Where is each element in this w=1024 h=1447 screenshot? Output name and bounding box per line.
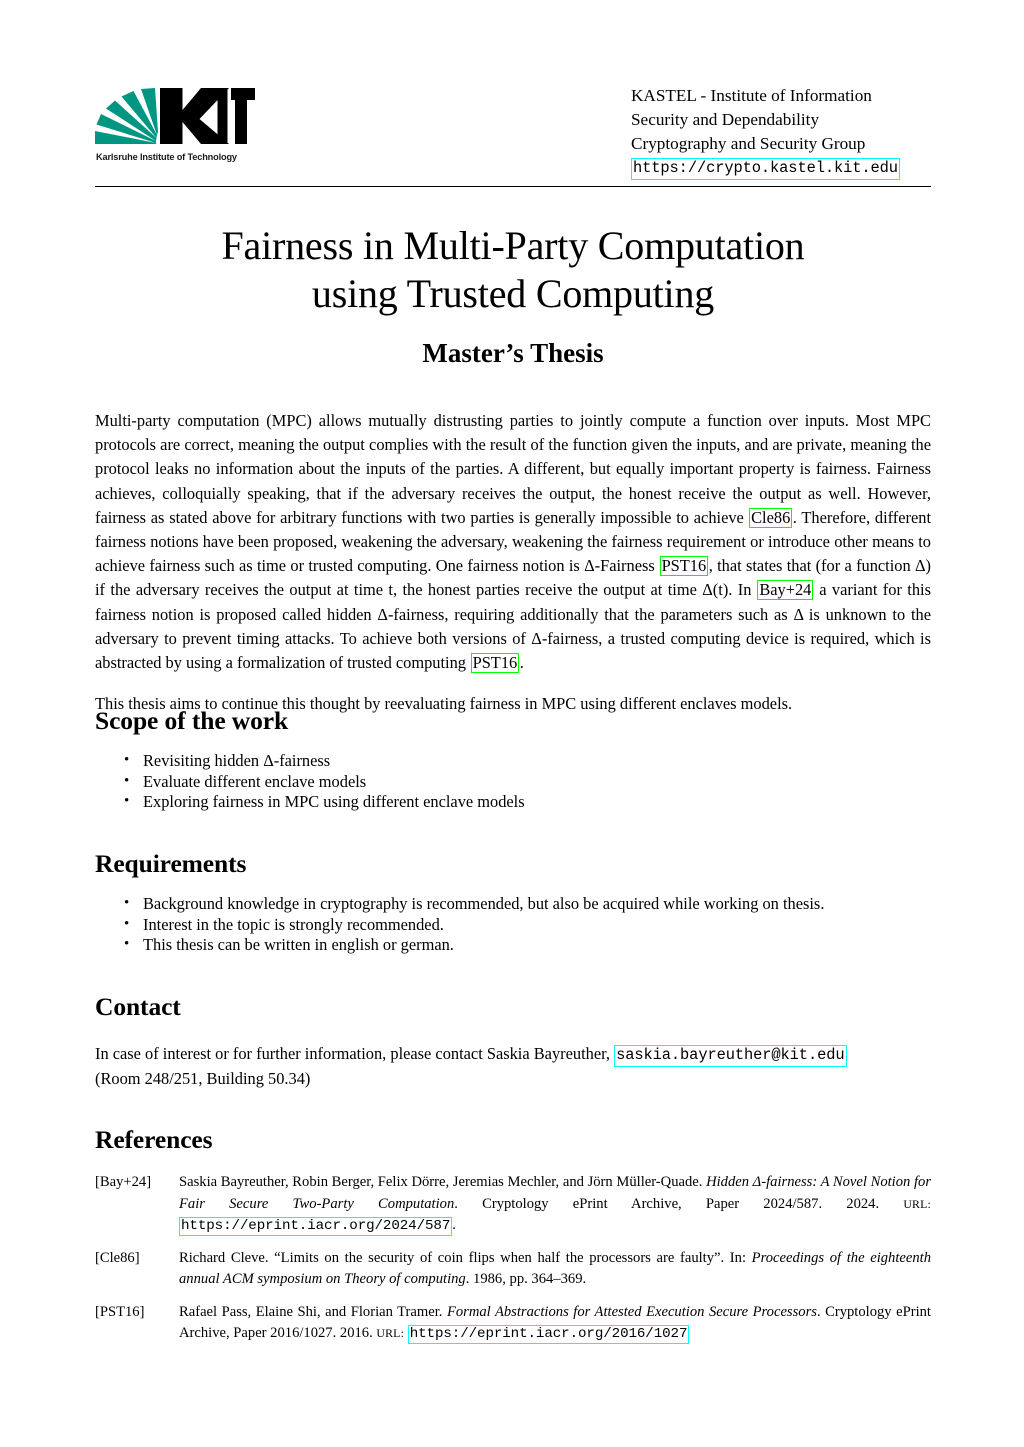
references-list: [Bay+24] Saskia Bayreuther, Robin Berger…: [95, 1155, 931, 1345]
kit-logo-icon: [95, 88, 255, 144]
scope-heading: Scope of the work: [95, 706, 289, 735]
contact-body: In case of interest or for further infor…: [95, 1022, 931, 1091]
list-item: This thesis can be written in english or…: [95, 934, 931, 956]
contact-heading: Contact: [95, 992, 181, 1021]
list-item: Exploring fairness in MPC using differen…: [95, 791, 931, 813]
reference-authors: Saskia Bayreuther, Robin Berger, Felix D…: [179, 1174, 707, 1190]
reference-entry: [PST16] Rafael Pass, Elaine Shi, and Flo…: [95, 1302, 931, 1345]
reference-authors: Rafael Pass, Elaine Shi, and Florian Tra…: [179, 1303, 447, 1320]
reference-authors: Richard Cleve. “Limits on the security o…: [179, 1249, 752, 1266]
reference-url-link[interactable]: https://eprint.iacr.org/2016/1027: [407, 1325, 690, 1344]
reference-label: [PST16]: [95, 1303, 145, 1320]
list-item: Background knowledge in cryptography is …: [95, 893, 931, 915]
kit-logo: Karlsruhe Institute of Technology: [95, 88, 265, 176]
abstract-paragraph: Multi-party computation (MPC) allows mut…: [95, 409, 931, 675]
institute-line-2: Security and Dependability: [631, 110, 820, 129]
reference-text: Richard Cleve. “Limits on the security o…: [179, 1248, 931, 1291]
reference-text: Saskia Bayreuther, Robin Berger, Felix D…: [179, 1172, 931, 1237]
references-heading: References: [95, 1125, 213, 1154]
references-section: References [Bay+24] Saskia Bayreuther, R…: [95, 1125, 931, 1356]
abstract-text-e: .: [519, 653, 524, 673]
citation-cle86[interactable]: Cle86: [749, 507, 793, 528]
institute-line-1: KASTEL - Institute of Information: [631, 86, 872, 105]
reference-entry: [Cle86] Richard Cleve. “Limits on the se…: [95, 1248, 931, 1291]
page-title-line-1: Fairness in Multi-Party Computation: [221, 223, 805, 268]
page-subtitle: Master’s Thesis: [422, 338, 604, 368]
header-divider: [95, 186, 931, 187]
abstract-block: Multi-party computation (MPC) allows mut…: [95, 409, 931, 716]
contact-room-text: (Room 248/251, Building 50.34): [95, 1069, 311, 1088]
scope-list: Revisiting hidden Δ-fairness Evaluate di…: [95, 736, 931, 813]
citation-pst16-first[interactable]: PST16: [659, 556, 709, 577]
reference-text: Rafael Pass, Elaine Shi, and Florian Tra…: [179, 1302, 931, 1345]
list-item: Interest in the topic is strongly recomm…: [95, 914, 931, 936]
reference-label: [Cle86]: [95, 1249, 140, 1266]
requirements-section: Requirements Background knowledge in cry…: [95, 849, 931, 956]
reference-entry: [Bay+24] Saskia Bayreuther, Robin Berger…: [95, 1172, 931, 1237]
contact-email-link[interactable]: saskia.bayreuther@kit.edu: [614, 1045, 847, 1067]
reference-title: Formal Abstractions for Attested Executi…: [446, 1303, 817, 1320]
contact-text: In case of interest or for further infor…: [95, 1044, 615, 1063]
citation-pst16-second[interactable]: PST16: [470, 653, 520, 674]
institute-url-link[interactable]: https://crypto.kastel.kit.edu: [631, 158, 900, 180]
reference-url-link[interactable]: https://eprint.iacr.org/2024/587: [179, 1217, 453, 1236]
list-item: Evaluate different enclave models: [95, 771, 931, 793]
page-header: Karlsruhe Institute of Technology KASTEL…: [95, 84, 931, 184]
requirements-list: Background knowledge in cryptography is …: [95, 879, 931, 956]
citation-bay24[interactable]: Bay+24: [757, 580, 814, 601]
reference-label: [Bay+24]: [95, 1174, 152, 1190]
list-item: Revisiting hidden Δ-fairness: [95, 750, 931, 772]
document-page: Karlsruhe Institute of Technology KASTEL…: [0, 0, 1024, 1447]
institute-line-3: Cryptography and Security Group: [631, 134, 866, 153]
reference-tail: .: [452, 1217, 456, 1233]
reference-venue: . 1986, pp. 364–369.: [465, 1271, 587, 1287]
reference-url-label: URL:: [376, 1326, 405, 1340]
requirements-heading: Requirements: [95, 849, 247, 878]
reference-venue: . Cryptology ePrint Archive, Paper 2024/…: [454, 1195, 904, 1212]
reference-url-label: URL:: [903, 1196, 931, 1211]
page-title-line-2: using Trusted Computing: [311, 271, 715, 316]
contact-section: Contact In case of interest or for furth…: [95, 992, 931, 1091]
title-area: Fairness in Multi-Party Computation usin…: [95, 222, 931, 370]
kit-logo-subtitle: Karlsruhe Institute of Technology: [96, 152, 237, 162]
institute-block: KASTEL - Institute of Information Securi…: [631, 84, 931, 180]
scope-section: Scope of the work Revisiting hidden Δ-fa…: [95, 706, 931, 813]
